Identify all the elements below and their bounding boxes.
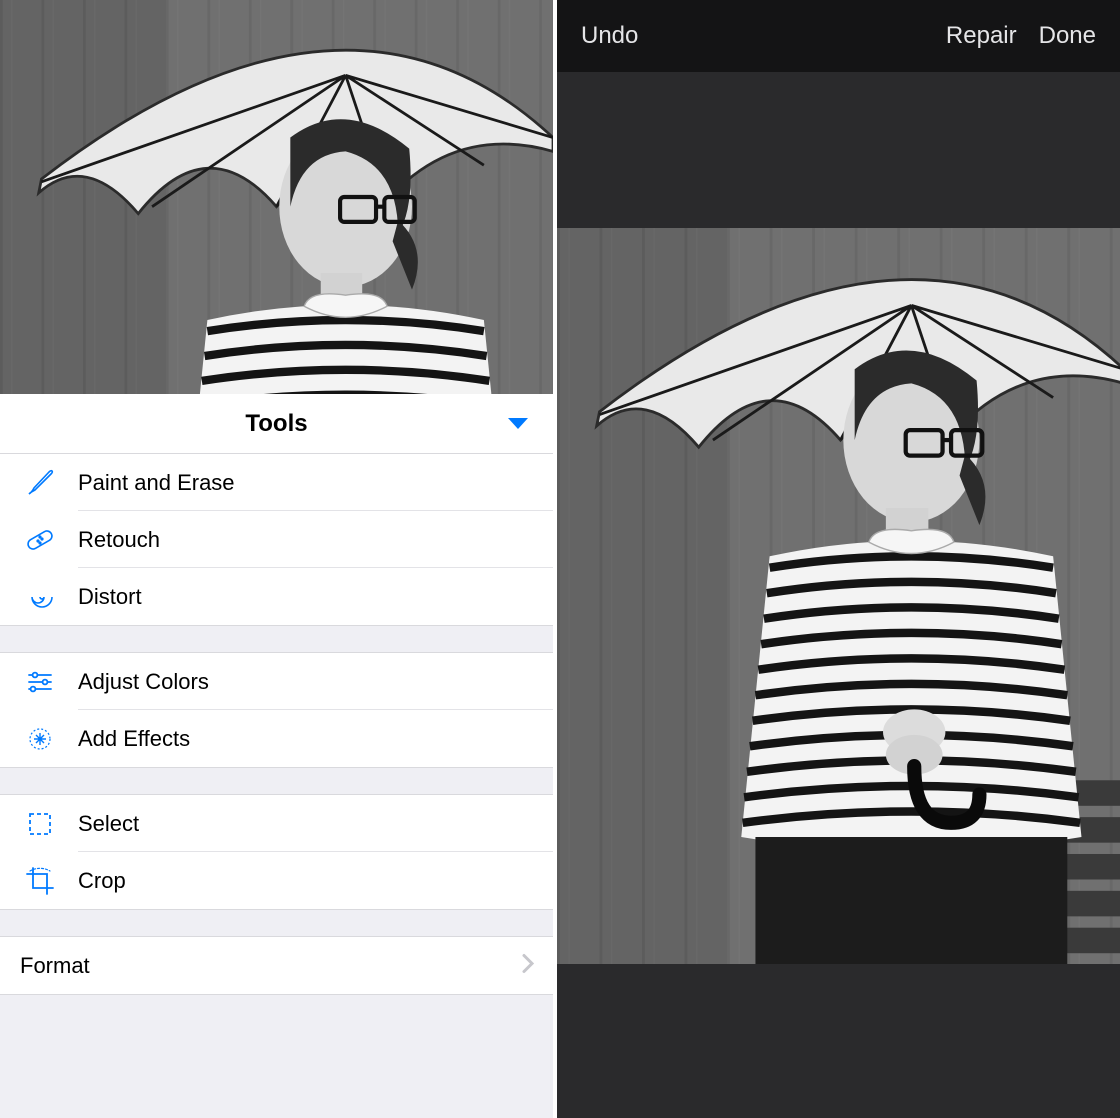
left-empty-area xyxy=(0,1022,553,1118)
tool-label: Adjust Colors xyxy=(78,669,209,695)
tool-label: Select xyxy=(78,811,139,837)
sliders-icon xyxy=(20,662,60,702)
tool-select[interactable]: Select xyxy=(0,795,553,852)
tool-distort[interactable]: Distort xyxy=(0,568,553,625)
right-pane: Undo Repair Done xyxy=(553,0,1120,1118)
spiral-icon xyxy=(20,577,60,617)
tool-label: Retouch xyxy=(78,527,160,553)
left-pane: Tools Paint and Erase xyxy=(0,0,553,1118)
tool-add-effects[interactable]: Add Effects xyxy=(0,710,553,767)
tools-group-3: Select Crop xyxy=(0,795,553,909)
brush-icon xyxy=(20,463,60,503)
tools-title: Tools xyxy=(245,410,307,438)
undo-button[interactable]: Undo xyxy=(581,22,638,50)
tools-group-2: Adjust Colors Add Effects xyxy=(0,653,553,767)
tool-label: Distort xyxy=(78,584,142,610)
preview-image-right[interactable] xyxy=(557,228,1120,964)
marquee-icon xyxy=(20,804,60,844)
repair-toolbar: Undo Repair Done xyxy=(557,0,1120,72)
tool-paint-and-erase[interactable]: Paint and Erase xyxy=(0,454,553,511)
tool-adjust-colors[interactable]: Adjust Colors xyxy=(0,653,553,710)
tool-label: Paint and Erase xyxy=(78,470,235,496)
sparkle-icon xyxy=(20,719,60,759)
collapse-caret-icon[interactable] xyxy=(507,417,529,431)
repair-button[interactable]: Repair xyxy=(946,22,1017,50)
canvas-padding-bottom xyxy=(557,964,1120,1118)
format-row[interactable]: Format xyxy=(0,937,553,994)
tools-group-1: Paint and Erase Retouch xyxy=(0,454,553,625)
bandage-icon xyxy=(20,520,60,560)
tool-label: Add Effects xyxy=(78,726,190,752)
tool-retouch[interactable]: Retouch xyxy=(0,511,553,568)
preview-image-left xyxy=(0,0,553,394)
format-label: Format xyxy=(20,953,90,979)
canvas-padding-top xyxy=(557,72,1120,228)
tool-crop[interactable]: Crop xyxy=(0,852,553,909)
tool-label: Crop xyxy=(78,868,126,894)
tools-header[interactable]: Tools xyxy=(0,394,553,454)
done-button[interactable]: Done xyxy=(1039,22,1096,50)
crop-icon xyxy=(20,861,60,901)
chevron-right-icon xyxy=(521,952,535,979)
